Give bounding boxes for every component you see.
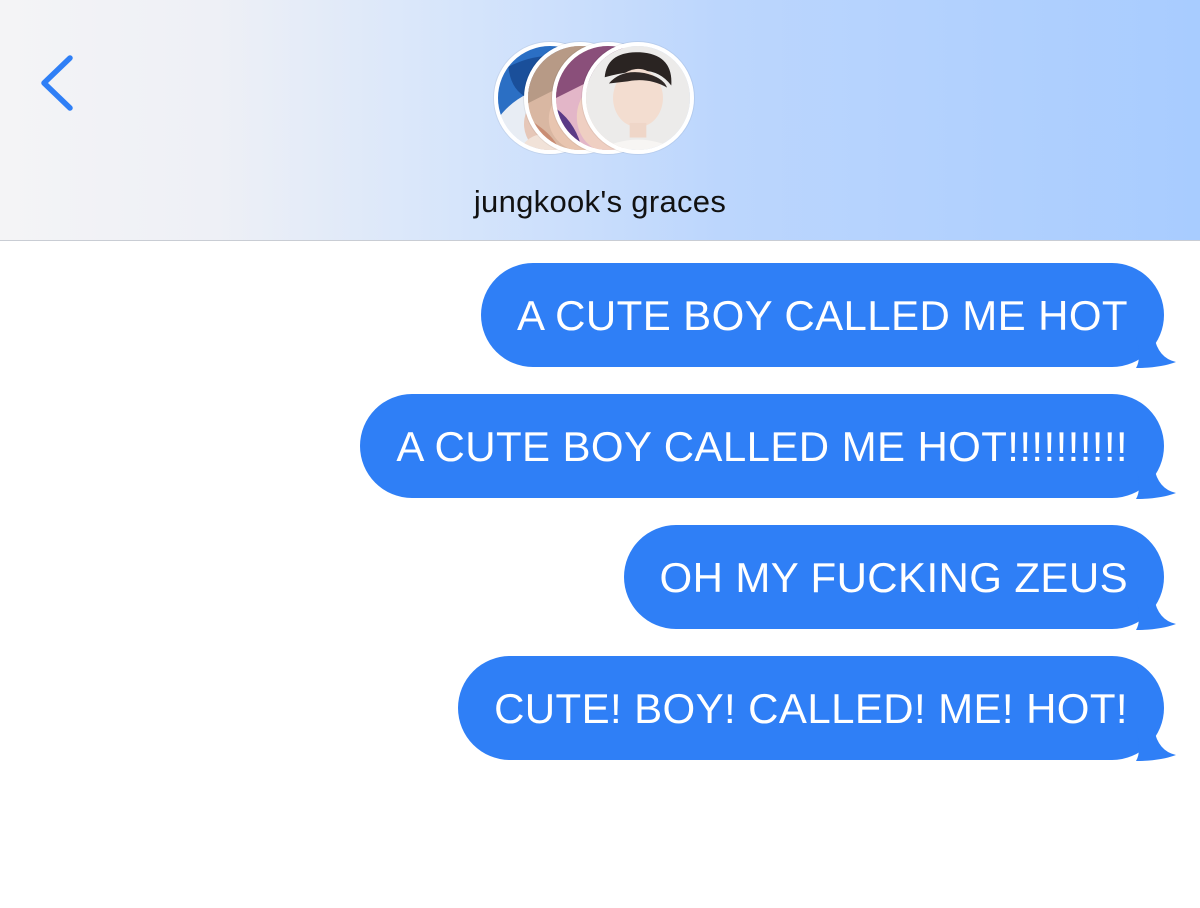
message-text: A CUTE BOY CALLED ME HOT!!!!!!!!!!	[396, 423, 1128, 470]
sent-message-bubble[interactable]: A CUTE BOY CALLED ME HOT	[481, 263, 1176, 368]
member-avatar-4	[582, 42, 694, 154]
message-text: OH MY FUCKING ZEUS	[659, 554, 1128, 601]
bubble-tail	[1136, 729, 1176, 761]
group-avatar-stack[interactable]	[494, 42, 709, 162]
conversation-header: jungkook's graces	[0, 0, 1200, 241]
message-row: A CUTE BOY CALLED ME HOT	[0, 263, 1200, 368]
bubble-tail	[1136, 336, 1176, 368]
message-row: OH MY FUCKING ZEUS	[0, 525, 1200, 630]
message-row: CUTE! BOY! CALLED! ME! HOT!	[0, 656, 1200, 761]
back-button[interactable]	[30, 50, 90, 114]
message-thread: A CUTE BOY CALLED ME HOT A CUTE BOY CALL…	[0, 263, 1200, 787]
message-row: A CUTE BOY CALLED ME HOT!!!!!!!!!!	[0, 394, 1200, 499]
bubble-tail	[1136, 598, 1176, 630]
message-text: CUTE! BOY! CALLED! ME! HOT!	[494, 685, 1128, 732]
chevron-left-icon	[41, 55, 73, 111]
message-text: A CUTE BOY CALLED ME HOT	[517, 292, 1128, 339]
bubble-tail	[1136, 467, 1176, 499]
sent-message-bubble[interactable]: OH MY FUCKING ZEUS	[623, 525, 1176, 630]
group-name[interactable]: jungkook's graces	[0, 184, 1200, 220]
sent-message-bubble[interactable]: A CUTE BOY CALLED ME HOT!!!!!!!!!!	[360, 394, 1176, 499]
sent-message-bubble[interactable]: CUTE! BOY! CALLED! ME! HOT!	[458, 656, 1176, 761]
